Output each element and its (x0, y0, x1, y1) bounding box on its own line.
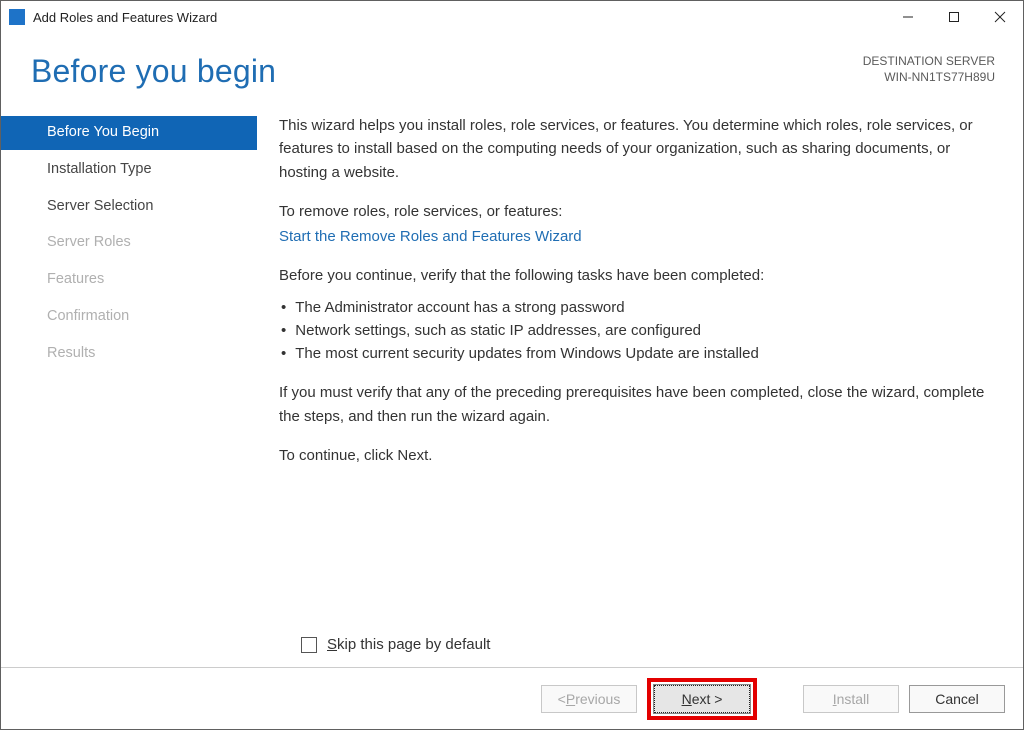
window-controls (885, 2, 1023, 32)
destination-value: WIN-NN1TS77H89U (863, 69, 995, 85)
close-icon (994, 11, 1006, 23)
sidebar-item-results: Results (1, 337, 257, 371)
remove-wizard-link[interactable]: Start the Remove Roles and Features Wiza… (279, 225, 995, 248)
sidebar-item-installation-type[interactable]: Installation Type (1, 153, 257, 187)
verify-lead: Before you continue, verify that the fol… (279, 264, 995, 287)
footer: < Previous Next > Install Cancel (1, 667, 1023, 729)
wizard-body: Before You Begin Installation Type Serve… (1, 94, 1023, 636)
app-icon (9, 9, 25, 25)
minimize-icon (902, 11, 914, 23)
install-button: Install (803, 685, 899, 713)
titlebar: Add Roles and Features Wizard (1, 1, 1023, 33)
skip-checkbox[interactable] (301, 637, 317, 653)
content: This wizard helps you install roles, rol… (257, 110, 1023, 636)
prereq-item: The most current security updates from W… (279, 342, 995, 365)
prereq-item: Network settings, such as static IP addr… (279, 319, 995, 342)
sidebar-item-before-you-begin[interactable]: Before You Begin (1, 116, 257, 150)
sidebar-item-confirmation: Confirmation (1, 300, 257, 334)
wizard-window: Add Roles and Features Wizard Before you… (0, 0, 1024, 730)
close-button[interactable] (977, 2, 1023, 32)
header: Before you begin DESTINATION SERVER WIN-… (1, 33, 1023, 94)
page-heading: Before you begin (31, 53, 276, 90)
verify-tail: If you must verify that any of the prece… (279, 381, 995, 428)
sidebar-item-server-roles: Server Roles (1, 226, 257, 260)
sidebar-item-features: Features (1, 263, 257, 297)
remove-lead: To remove roles, role services, or featu… (279, 200, 995, 223)
maximize-button[interactable] (931, 2, 977, 32)
minimize-button[interactable] (885, 2, 931, 32)
intro-text: This wizard helps you install roles, rol… (279, 114, 995, 184)
prereq-list: The Administrator account has a strong p… (279, 296, 995, 366)
prereq-item: The Administrator account has a strong p… (279, 296, 995, 319)
window-title: Add Roles and Features Wizard (33, 10, 217, 25)
cancel-button[interactable]: Cancel (909, 685, 1005, 713)
sidebar-item-server-selection[interactable]: Server Selection (1, 190, 257, 224)
skip-row: Skip this page by default (1, 636, 1023, 667)
destination-label: DESTINATION SERVER (863, 53, 995, 69)
previous-button: < Previous (541, 685, 637, 713)
next-button-highlight: Next > (647, 678, 757, 720)
maximize-icon (948, 11, 960, 23)
skip-label[interactable]: Skip this page by default (327, 636, 490, 653)
next-button[interactable]: Next > (654, 685, 750, 713)
continue-text: To continue, click Next. (279, 444, 995, 467)
sidebar: Before You Begin Installation Type Serve… (1, 110, 257, 636)
destination-block: DESTINATION SERVER WIN-NN1TS77H89U (863, 53, 995, 85)
